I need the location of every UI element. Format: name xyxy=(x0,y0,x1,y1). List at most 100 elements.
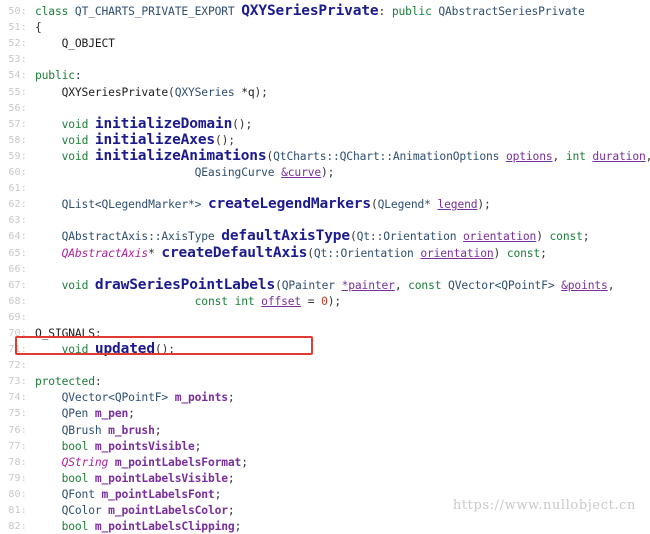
line-number: 82: xyxy=(8,521,27,533)
code-token: legend xyxy=(437,198,478,212)
code-line[interactable]: 51: { xyxy=(0,20,650,36)
code-line[interactable]: 79: bool m_pointLabelsVisible; xyxy=(0,471,650,487)
code-line-content[interactable]: QAbstractAxis* createDefaultAxis(Qt::Ori… xyxy=(30,244,650,262)
code-line[interactable]: 56: xyxy=(0,101,650,117)
code-line-content[interactable]: void drawSeriesPointLabels(QPainter *pai… xyxy=(30,277,650,294)
code-line-content[interactable] xyxy=(30,52,650,68)
code-line-content[interactable]: QAbstractAxis::AxisType defaultAxisType(… xyxy=(30,229,650,245)
code-token: ) xyxy=(536,230,550,244)
code-token: options xyxy=(505,149,553,163)
code-line-content[interactable]: public: xyxy=(30,68,650,84)
code-line-content[interactable]: QBrush m_brush; xyxy=(30,423,650,439)
line-number: 80: xyxy=(8,488,27,500)
code-line-content[interactable]: const int offset = 0); xyxy=(30,294,650,310)
code-line[interactable]: 72: xyxy=(0,358,650,374)
code-token: ( xyxy=(307,246,314,260)
code-line[interactable]: 57: void initializeDomain(); xyxy=(0,117,650,133)
code-line-content[interactable]: bool m_pointLabelsClipping; xyxy=(30,519,650,534)
code-line[interactable]: 78: QString m_pointLabelsFormat; xyxy=(0,455,650,471)
code-line-content[interactable]: QPen m_pen; xyxy=(30,406,650,422)
line-number: 74: xyxy=(8,392,27,404)
code-token: m_pointsVisible xyxy=(94,439,195,453)
code-line[interactable]: 74: QVector<QPointF> m_points; xyxy=(0,390,650,406)
code-token: ); xyxy=(254,85,268,99)
code-token: m_pen xyxy=(94,407,129,421)
code-token: *q xyxy=(241,85,255,99)
code-line-content[interactable] xyxy=(30,262,650,278)
code-line[interactable]: 82: bool m_pointLabelsClipping; xyxy=(0,519,650,534)
code-line[interactable]: 59: void initializeAnimations(QtCharts::… xyxy=(0,149,650,165)
code-token: Qt::Orientation xyxy=(356,230,464,244)
code-line-content[interactable]: class QT_CHARTS_PRIVATE_EXPORT QXYSeries… xyxy=(30,4,650,20)
code-token: ; xyxy=(234,520,242,534)
code-token: offset xyxy=(261,294,302,308)
code-token: : xyxy=(378,5,392,19)
code-line[interactable]: 70: Q_SIGNALS: xyxy=(0,326,650,342)
code-line[interactable]: 75: QPen m_pen; xyxy=(0,406,650,422)
code-token: Q_SIGNALS xyxy=(35,326,95,340)
code-line[interactable]: 73: protected: xyxy=(0,374,650,390)
line-number: 56: xyxy=(8,102,27,114)
code-line-content[interactable]: { xyxy=(30,20,650,36)
code-line[interactable]: 63: xyxy=(0,213,650,229)
code-line-content[interactable]: void updated(); xyxy=(30,342,650,358)
code-line-content[interactable] xyxy=(30,101,650,117)
code-token: ; xyxy=(227,471,235,485)
code-line-content[interactable]: Q_OBJECT xyxy=(30,36,650,52)
code-line-content[interactable]: QEasingCurve &curve); xyxy=(30,165,650,181)
code-line[interactable]: 65: QAbstractAxis* createDefaultAxis(Qt:… xyxy=(0,244,650,262)
code-line-content[interactable]: Q_SIGNALS: xyxy=(30,326,650,342)
code-line[interactable]: 58: void initializeAxes(); xyxy=(0,133,650,149)
code-line[interactable]: 62: QList<QLegendMarker*> createLegendMa… xyxy=(0,197,650,213)
line-number: 64: xyxy=(8,231,27,243)
code-token: , xyxy=(607,278,615,292)
code-line-content[interactable]: protected: xyxy=(30,374,650,390)
code-token: ( xyxy=(275,278,282,292)
code-line[interactable]: 60: QEasingCurve &curve); xyxy=(0,165,650,181)
code-line[interactable]: 68: const int offset = 0); xyxy=(0,294,650,310)
code-token: &curve xyxy=(281,166,322,180)
code-token: Q_OBJECT xyxy=(35,37,115,51)
code-lines-container[interactable]: 49: 50:class QT_CHARTS_PRIVATE_EXPORT QX… xyxy=(0,0,650,534)
line-number: 53: xyxy=(8,54,27,66)
code-line-content[interactable]: QVector<QPointF> m_points; xyxy=(30,390,650,406)
code-line[interactable]: 53: xyxy=(0,52,650,68)
code-line-content[interactable]: QXYSeriesPrivate(QXYSeries *q); xyxy=(30,85,650,101)
code-line[interactable]: 61: xyxy=(0,181,650,197)
code-line[interactable]: 52: Q_OBJECT xyxy=(0,36,650,52)
code-line-content[interactable]: void initializeAnimations(QtCharts::QCha… xyxy=(30,149,650,165)
code-line[interactable]: 77: bool m_pointsVisible; xyxy=(0,439,650,455)
code-line[interactable]: 50: class QT_CHARTS_PRIVATE_EXPORT QXYSer… xyxy=(0,4,650,20)
line-number: 59: xyxy=(8,150,27,162)
code-line-content[interactable] xyxy=(30,358,650,374)
code-line-content[interactable]: QList<QLegendMarker*> createLegendMarker… xyxy=(30,197,650,213)
code-token: QEasingCurve xyxy=(35,166,282,180)
code-token: createDefaultAxis xyxy=(161,244,308,261)
code-token: const xyxy=(408,278,449,292)
code-line-content[interactable]: void initializeDomain(); xyxy=(30,117,650,133)
code-line[interactable]: 66: xyxy=(0,262,650,278)
code-line-content[interactable] xyxy=(30,181,650,197)
code-token: ; xyxy=(540,246,547,260)
code-line-content[interactable] xyxy=(30,310,650,326)
code-line-content[interactable]: void initializeAxes(); xyxy=(30,133,650,149)
code-token: ); xyxy=(327,294,342,308)
code-line[interactable]: 76: QBrush m_brush; xyxy=(0,423,650,439)
code-line-content[interactable]: bool m_pointsVisible; xyxy=(30,439,650,455)
line-number: 65: xyxy=(8,247,27,259)
code-token: ; xyxy=(214,487,222,501)
code-line[interactable]: 54: public: xyxy=(0,68,650,84)
source-code-viewer[interactable]: 49: 50:class QT_CHARTS_PRIVATE_EXPORT QX… xyxy=(0,0,650,534)
code-line[interactable]: 67: void drawSeriesPointLabels(QPainter … xyxy=(0,277,650,294)
code-line-content[interactable] xyxy=(30,213,650,229)
code-line[interactable]: 55: QXYSeriesPrivate(QXYSeries *q); xyxy=(0,85,650,101)
code-line-content[interactable]: bool m_pointLabelsVisible; xyxy=(30,471,650,487)
code-line[interactable]: 69: xyxy=(0,310,650,326)
code-token: bool xyxy=(61,471,95,485)
code-line[interactable]: 64: QAbstractAxis::AxisType defaultAxisT… xyxy=(0,229,650,245)
code-line[interactable]: 71: void updated(); xyxy=(0,342,650,358)
code-line-content[interactable]: QString m_pointLabelsFormat; xyxy=(30,455,650,471)
